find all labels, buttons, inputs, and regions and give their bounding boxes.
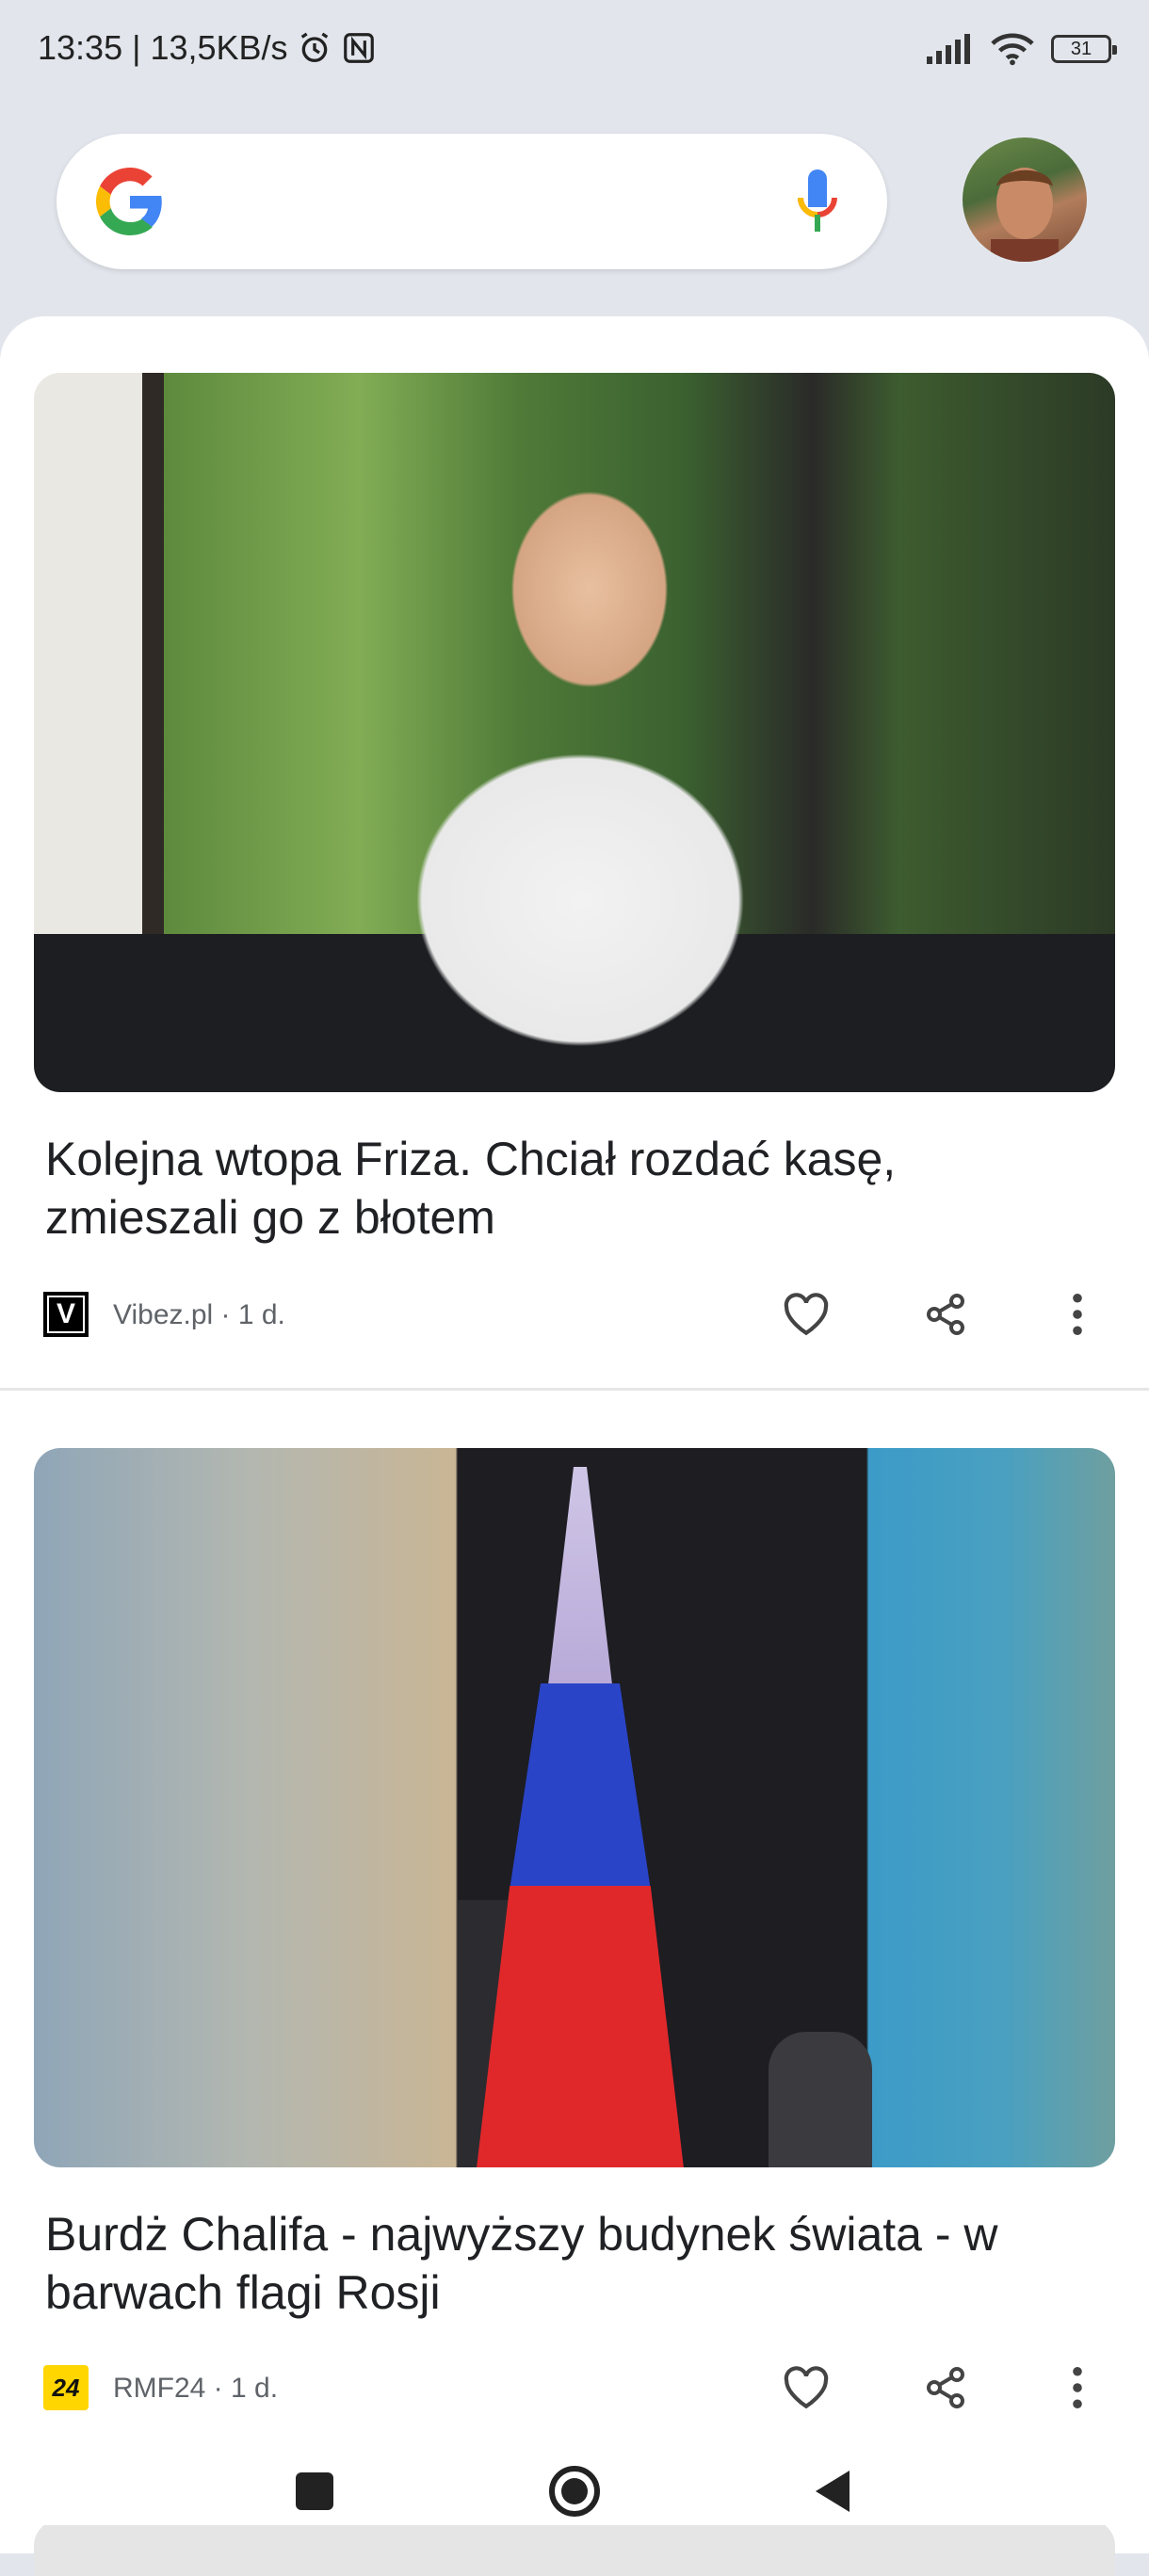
rmf24-logo-icon: 24 (43, 2365, 89, 2410)
system-nav-bar (0, 2457, 1149, 2525)
more-options-icon[interactable] (1049, 1286, 1106, 1343)
more-options-icon[interactable] (1049, 2359, 1106, 2416)
news-feed: Kolejna wtopa Friza. Chciał rozdać kasę,… (0, 316, 1149, 2553)
building-shape (769, 2032, 872, 2167)
voice-search-icon[interactable] (795, 168, 840, 237)
article-source[interactable]: Vibez.pl · 1 d. (113, 1299, 285, 1331)
status-left: 13:35 | 13,5KB/s (38, 28, 377, 68)
vibez-logo-icon: V (43, 1292, 89, 1337)
profile-avatar[interactable] (963, 137, 1087, 262)
divider (0, 1388, 1149, 1391)
next-article-preview[interactable] (34, 2520, 1115, 2576)
share-icon[interactable] (917, 1286, 974, 1343)
article-headline[interactable]: Burdż Chalifa - najwyższy budynek świata… (45, 2205, 1081, 2322)
nfc-icon (341, 30, 377, 66)
signal-icon (925, 34, 974, 64)
heart-icon[interactable] (778, 1286, 834, 1343)
article-source[interactable]: RMF24 · 1 d. (113, 2373, 278, 2405)
battery-level: 31 (1070, 38, 1092, 59)
article-image[interactable] (34, 1448, 1115, 2167)
battery-icon: 31 (1051, 35, 1117, 63)
article-meta: V Vibez.pl · 1 d. (43, 1284, 1117, 1341)
status-time-speed: 13:35 | 13,5KB/s (38, 28, 288, 67)
back-triangle-icon[interactable] (802, 2461, 863, 2521)
wifi-icon (991, 32, 1034, 66)
article-meta: 24 RMF24 · 1 d. (43, 2358, 1117, 2414)
article-image[interactable] (34, 373, 1115, 1092)
status-right: 31 (925, 32, 1117, 66)
home-circle-icon[interactable] (544, 2461, 605, 2521)
status-bar: 13:35 | 13,5KB/s 31 (0, 0, 1149, 104)
article-headline[interactable]: Kolejna wtopa Friza. Chciał rozdać kasę,… (45, 1130, 1081, 1247)
alarm-icon (296, 29, 333, 67)
recents-square-icon[interactable] (284, 2461, 345, 2521)
heart-icon[interactable] (778, 2359, 834, 2416)
share-icon[interactable] (917, 2359, 974, 2416)
search-bar[interactable] (57, 134, 887, 269)
google-g-icon (96, 168, 164, 235)
